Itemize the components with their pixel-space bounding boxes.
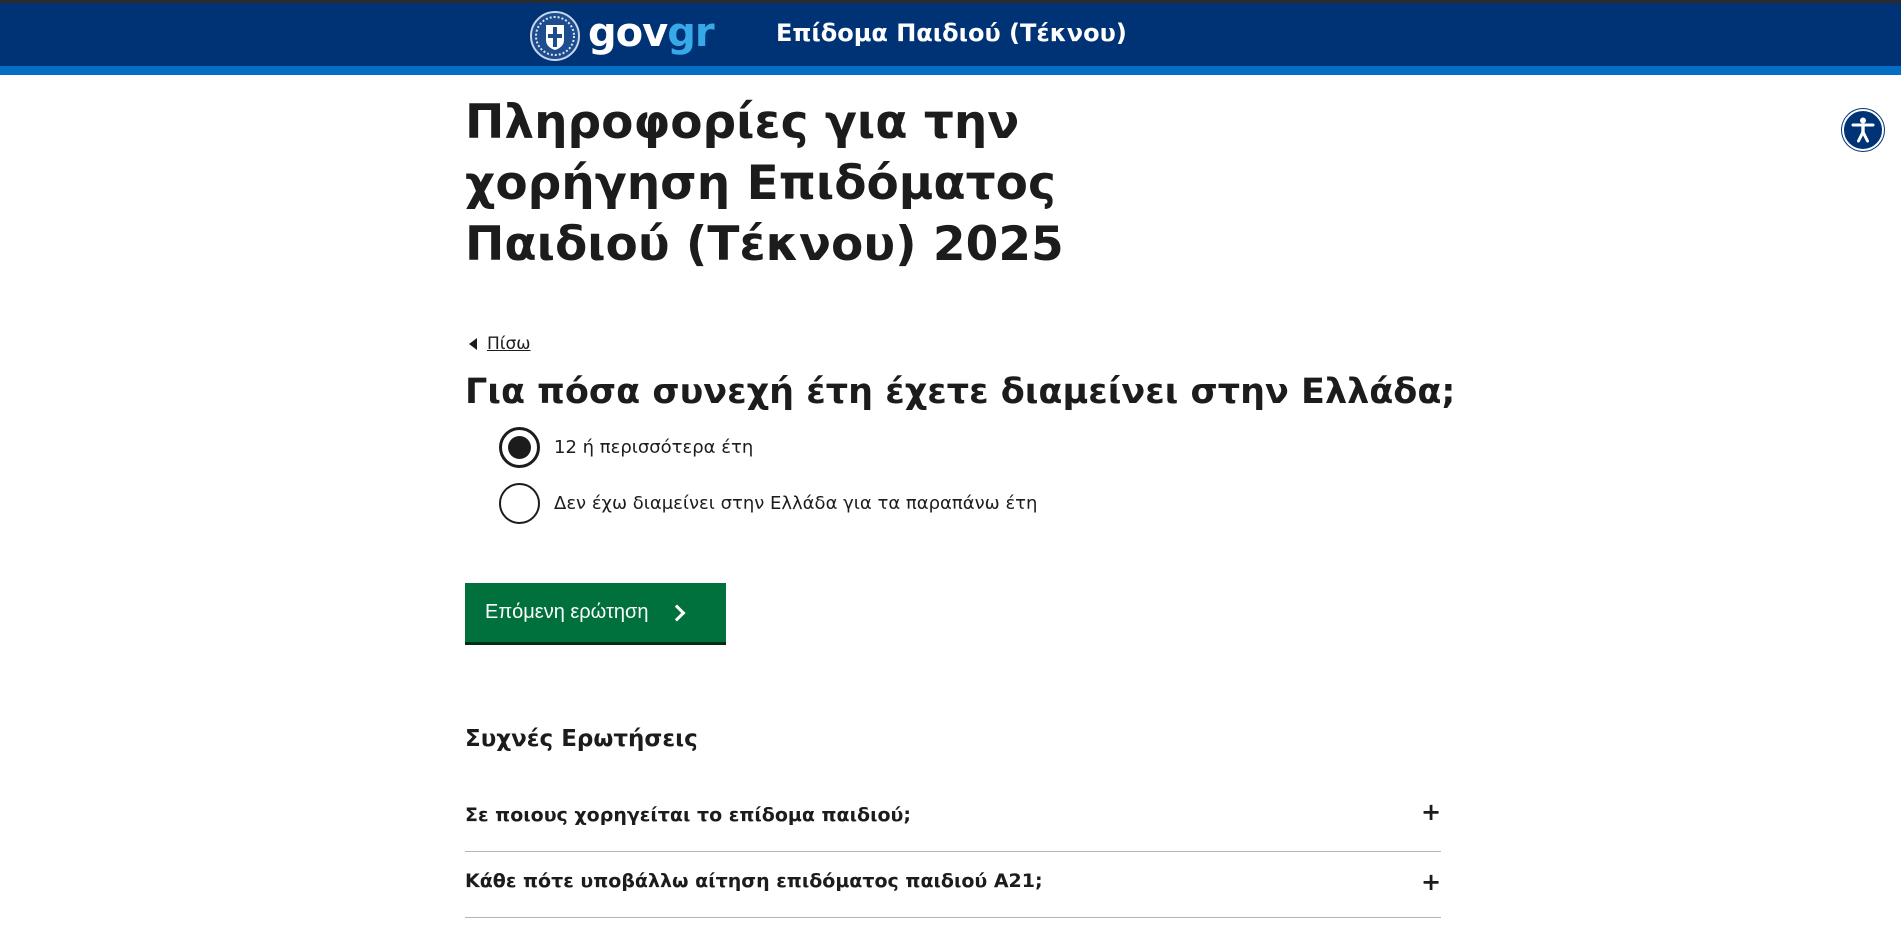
greek-emblem-icon (530, 11, 580, 61)
next-button-label: Επόμενη ερώτηση (485, 601, 649, 623)
govgr-wordmark: govgr (588, 10, 715, 56)
back-link[interactable]: Πίσω (469, 334, 531, 354)
accessibility-icon (1851, 117, 1875, 143)
service-name[interactable]: Επίδομα Παιδιού (Τέκνου) (776, 19, 1127, 47)
plus-icon[interactable]: + (1421, 870, 1441, 894)
back-link-label[interactable]: Πίσω (487, 334, 531, 354)
radio-option-not-resided[interactable]: Δεν έχω διαμείνει στην Ελλάδα για τα παρ… (499, 483, 1037, 524)
radio-option-12-years[interactable]: 12 ή περισσότερα έτη (499, 427, 753, 468)
accessibility-button[interactable] (1842, 109, 1884, 151)
faq-question: Σε ποιους χορηγείται το επίδομα παιδιού; (465, 804, 911, 826)
triangle-left-icon (469, 338, 477, 350)
faq-item[interactable]: Σε ποιους χορηγείται το επίδομα παιδιού;… (465, 790, 1441, 852)
site-header: govgr Επίδομα Παιδιού (Τέκνου) (0, 3, 1901, 66)
question-heading: Για πόσα συνεχή έτη έχετε διαμείνει στην… (465, 372, 1456, 412)
page-title: Πληροφορίες για την χορήγηση Επιδόματος … (465, 95, 1064, 272)
faq-item[interactable]: Κάθε πότε υποβάλλω αίτηση επιδόματος παι… (465, 852, 1441, 918)
chevron-right-icon (668, 604, 685, 621)
radio-button-selected[interactable] (499, 427, 540, 468)
radio-dot (508, 436, 531, 459)
next-question-button[interactable]: Επόμενη ερώτηση (465, 583, 726, 645)
radio-option-label: Δεν έχω διαμείνει στην Ελλάδα για τα παρ… (554, 493, 1038, 514)
govgr-logo[interactable]: govgr (530, 10, 715, 61)
faq-heading: Συχνές Ερωτήσεις (465, 726, 698, 752)
logo-gr-text: gr (667, 10, 714, 56)
radio-option-label: 12 ή περισσότερα έτη (554, 437, 754, 458)
radio-button[interactable] (499, 483, 540, 524)
faq-question: Κάθε πότε υποβάλλω αίτηση επιδόματος παι… (465, 870, 1043, 892)
plus-icon[interactable]: + (1421, 800, 1441, 824)
logo-gov-text: gov (588, 10, 668, 56)
header-stripe (0, 66, 1901, 75)
